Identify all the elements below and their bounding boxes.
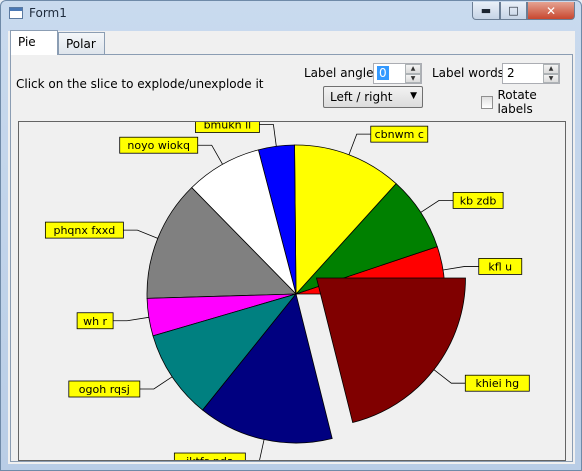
spin-down-icon[interactable]: ▼: [405, 73, 421, 83]
spin-up-icon[interactable]: ▲: [405, 64, 421, 74]
label-words-spin-buttons[interactable]: ▲ ▼: [543, 64, 559, 83]
label-leader-line: [259, 124, 277, 147]
slice-label: phqnx fxxd: [44, 221, 124, 239]
label-alignment-select[interactable]: Left / right ▼: [323, 86, 423, 108]
label-leader-line: [139, 376, 173, 390]
window-title: Form1: [29, 6, 67, 20]
slice-label-text: phqnx fxxd: [53, 224, 115, 237]
label-words-spinner[interactable]: 2 ▲ ▼: [502, 63, 560, 84]
slice-label-text: kfl u: [488, 260, 512, 273]
rotate-labels-checkbox[interactable]: Rotate labels: [481, 88, 572, 116]
window-icon: [9, 7, 23, 19]
tab-pie[interactable]: Pie: [10, 30, 58, 55]
label-leader-line: [123, 229, 158, 239]
slice-label-text: khiei hg: [475, 377, 519, 390]
label-words-label: Label words: [432, 66, 504, 80]
minimize-button[interactable]: ▬: [472, 2, 500, 20]
label-alignment-value: Left / right: [330, 90, 393, 104]
chevron-down-icon: ▼: [410, 91, 417, 101]
close-icon: ✕: [545, 3, 557, 18]
label-angle-spinner[interactable]: 0 ▲ ▼: [373, 63, 422, 84]
label-leader-line: [113, 316, 149, 322]
tab-polar[interactable]: Polar: [58, 32, 105, 54]
minimize-icon: ▬: [480, 4, 492, 17]
slice-label: kfl u: [478, 258, 523, 275]
app-window: Form1 ▬ □ ✕ Pie Polar Click on the slice…: [0, 0, 582, 471]
label-angle-label: Label angle: [304, 66, 374, 80]
slice-label: khiei hg: [464, 374, 530, 392]
slice-label: ogoh rqsj: [68, 380, 141, 398]
maximize-icon: □: [508, 4, 519, 17]
close-button[interactable]: ✕: [527, 2, 575, 20]
slice-label: kb zdb: [452, 191, 504, 209]
label-angle-spin-buttons[interactable]: ▲ ▼: [405, 64, 421, 83]
slice-label-text: noyo wiokq: [127, 139, 190, 152]
rotate-labels-label: Rotate labels: [497, 88, 537, 116]
slice-label-text: kb zdb: [460, 194, 497, 207]
slice-label: cbnwm c: [370, 125, 429, 143]
spin-up-icon[interactable]: ▲: [543, 64, 559, 74]
label-words-value[interactable]: 2: [507, 66, 515, 80]
instruction-text: Click on the slice to explode/unexplode …: [16, 77, 264, 91]
slice-label-text: bmukn ll: [204, 122, 252, 131]
slice-label: noyo wiokq: [119, 136, 199, 154]
slice-label: bmukn ll: [195, 122, 260, 133]
slice-label-text: iktfs pda: [186, 455, 234, 460]
slice-label: wh r: [76, 312, 114, 330]
tab-panel: Click on the slice to explode/unexplode …: [10, 54, 573, 462]
label-leader-line: [433, 369, 466, 384]
label-leader-line: [259, 439, 265, 460]
client-area: Pie Polar Click on the slice to explode/…: [8, 30, 575, 464]
slice-label: iktfs pda: [173, 452, 246, 460]
pie-chart[interactable]: kfl u kb zdb cbnwm c bmukn ll noyo wiokq phqn…: [19, 122, 565, 460]
label-leader-line: [348, 133, 371, 155]
label-leader-line: [442, 266, 479, 271]
maximize-button[interactable]: □: [500, 2, 527, 20]
label-leader-line: [197, 144, 223, 165]
checkbox-box[interactable]: [481, 95, 494, 109]
slice-label-text: ogoh rqsj: [79, 383, 130, 396]
label-angle-value[interactable]: 0: [377, 66, 389, 80]
slice-label-text: cbnwm c: [375, 128, 424, 141]
slice-label-text: wh r: [83, 315, 107, 328]
spin-down-icon[interactable]: ▼: [543, 73, 559, 83]
pie-chart-area[interactable]: kfl u kb zdb cbnwm c bmukn ll noyo wiokq phqn…: [18, 121, 566, 461]
title-bar: Form1 ▬ □ ✕: [1, 1, 581, 27]
label-leader-line: [420, 199, 454, 213]
pie-slice[interactable]: [315, 277, 466, 424]
